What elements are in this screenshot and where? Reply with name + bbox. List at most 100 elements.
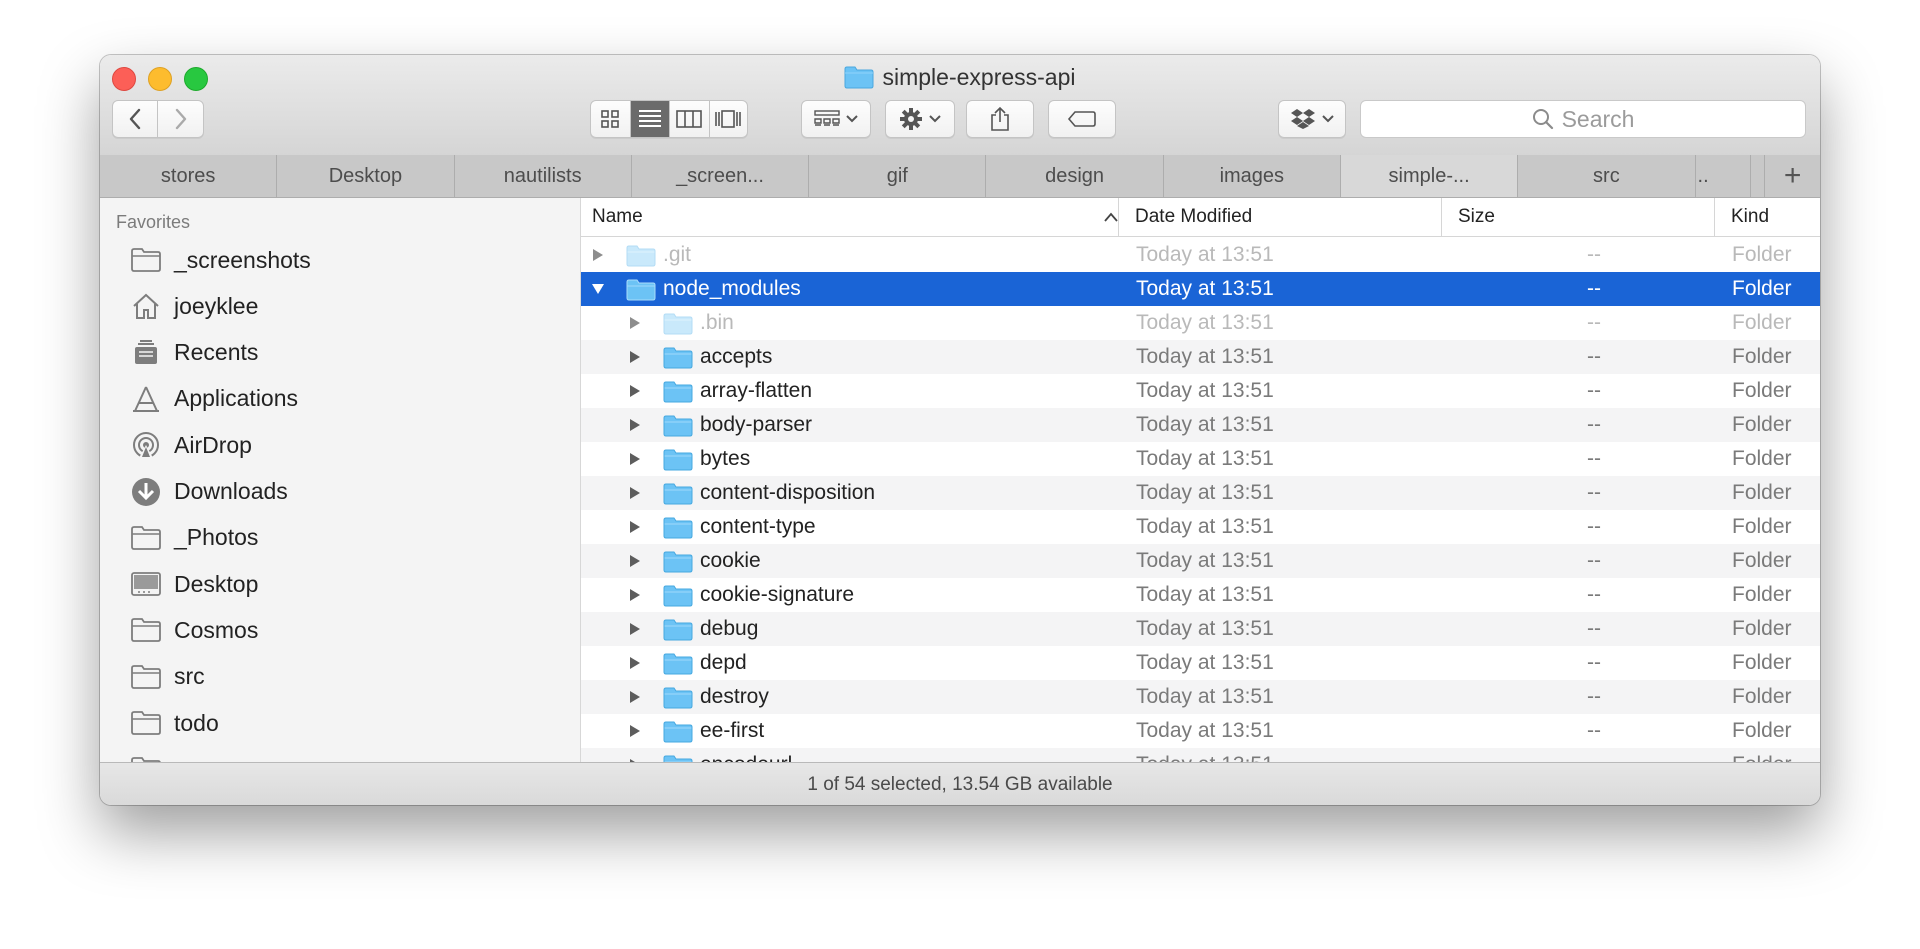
disclosure-triangle-collapsed[interactable] <box>628 340 642 374</box>
disclosure-triangle-collapsed[interactable] <box>628 714 642 748</box>
forward-button[interactable] <box>158 101 203 137</box>
disclosure-triangle-collapsed[interactable] <box>628 612 642 646</box>
file-row[interactable]: depd Today at 13:51 -- Folder <box>581 646 1820 680</box>
file-row[interactable]: cookie Today at 13:51 -- Folder <box>581 544 1820 578</box>
arrange-button[interactable] <box>801 100 871 138</box>
sort-ascending-icon <box>1104 212 1118 222</box>
tab-stores[interactable]: stores <box>100 155 278 197</box>
disclosure-triangle-collapsed[interactable] <box>628 374 642 408</box>
sidebar-item-src[interactable]: src <box>130 657 205 697</box>
sidebar-item-joeyklee[interactable]: joeyklee <box>130 286 258 326</box>
action-button[interactable] <box>885 100 955 138</box>
column-header-date[interactable]: Date Modified <box>1118 198 1441 236</box>
list-view-button[interactable] <box>630 101 670 137</box>
file-date-modified: Today at 13:51 <box>1136 481 1274 504</box>
column-view-button[interactable] <box>670 101 710 137</box>
file-row[interactable]: array-flatten Today at 13:51 -- Folder <box>581 374 1820 408</box>
gear-icon <box>900 108 922 130</box>
tab-images[interactable]: images <box>1164 155 1341 197</box>
disclosure-triangle-collapsed[interactable] <box>628 544 642 578</box>
file-row[interactable]: encodeurl Today at 13:51 -- Folder <box>581 748 1820 762</box>
folder-icon <box>130 707 162 739</box>
file-row[interactable]: node_modules Today at 13:51 -- Folder <box>581 272 1820 306</box>
file-date-modified: Today at 13:51 <box>1136 243 1274 266</box>
tab-label: src <box>1593 164 1620 187</box>
sidebar-item-label: src <box>174 663 205 690</box>
disclosure-triangle-collapsed[interactable] <box>628 442 642 476</box>
disclosure-triangle-collapsed[interactable] <box>628 306 642 340</box>
sidebar-item-desktop[interactable]: Desktop <box>130 564 258 604</box>
icon-view-button[interactable] <box>591 101 631 137</box>
folder-icon <box>130 522 162 554</box>
sidebar-item-cosmos[interactable]: Cosmos <box>130 610 258 650</box>
chevron-right-icon <box>175 108 186 130</box>
sidebar-item-label: _screenshots <box>174 246 311 273</box>
tags-button[interactable] <box>1048 100 1116 138</box>
sidebar-heading: Favorites <box>116 212 191 232</box>
sidebar-item-downloads[interactable]: Downloads <box>130 472 288 512</box>
tab-nautilists[interactable]: nautilists <box>455 155 632 197</box>
sidebar-item-screenshots[interactable]: _screenshots <box>130 240 311 280</box>
column-size-label: Size <box>1458 206 1495 227</box>
sidebar-item-airdrop[interactable]: AirDrop <box>130 425 252 465</box>
folder-icon <box>663 408 693 442</box>
tab-screenshots[interactable]: _screen... <box>632 155 810 197</box>
column-header-name[interactable]: Name <box>592 198 1132 236</box>
tab-gif[interactable]: gif <box>809 155 987 197</box>
sidebar-item-recents[interactable]: Recents <box>130 333 258 373</box>
disclosure-triangle-collapsed[interactable] <box>628 680 642 714</box>
tab-desktop[interactable]: Desktop <box>277 155 455 197</box>
folder-icon <box>663 680 693 714</box>
disclosure-triangle-expanded[interactable] <box>591 272 605 306</box>
sidebar-item-label: joeyklee <box>174 292 259 319</box>
file-size: -- <box>1561 748 1601 762</box>
file-size: -- <box>1587 651 1601 674</box>
gallery-view-button[interactable] <box>710 101 748 137</box>
column-header-size[interactable]: Size <box>1441 198 1614 236</box>
disclosure-triangle-collapsed[interactable] <box>628 646 642 680</box>
file-row[interactable]: ee-first Today at 13:51 -- Folder <box>581 714 1820 748</box>
file-name: ee-first <box>700 719 765 742</box>
file-row[interactable]: bytes Today at 13:51 -- Folder <box>581 442 1820 476</box>
file-row[interactable]: content-disposition Today at 13:51 -- Folde… <box>581 476 1820 510</box>
file-row[interactable]: debug Today at 13:51 -- Folder <box>581 612 1820 646</box>
file-row[interactable]: accepts Today at 13:51 -- Folder <box>581 340 1820 374</box>
sidebar-item-todo[interactable]: todo <box>130 703 219 743</box>
share-button[interactable] <box>966 100 1034 138</box>
folder-icon <box>663 748 693 762</box>
sidebar-item-photos[interactable]: _Photos <box>130 518 258 558</box>
columns-icon <box>676 110 703 128</box>
tab-design[interactable]: design <box>986 155 1164 197</box>
disclosure-triangle-collapsed[interactable] <box>628 510 642 544</box>
tab-overflow[interactable]: .. <box>1696 155 1752 197</box>
search-field[interactable]: Search <box>1360 100 1806 138</box>
window-title: simple-express-api <box>100 63 1820 91</box>
sidebar-item-partial[interactable] <box>130 749 162 762</box>
file-name: bytes <box>700 447 751 470</box>
file-row[interactable]: .git Today at 13:51 -- Folder <box>581 238 1820 272</box>
tab-label: design <box>1045 164 1105 187</box>
disclosure-triangle-collapsed[interactable] <box>628 408 642 442</box>
file-name: array-flatten <box>700 379 813 402</box>
grid-icon <box>601 110 620 128</box>
file-row[interactable]: body-parser Today at 13:51 -- Folder <box>581 408 1820 442</box>
file-kind: Folder <box>1732 748 1792 762</box>
sidebar-item-applications[interactable]: Applications <box>130 379 298 419</box>
file-row[interactable]: cookie-signature Today at 13:51 -- Folder <box>581 578 1820 612</box>
tab-simple-express-api[interactable]: simple-... <box>1340 155 1519 197</box>
file-row[interactable]: content-type Today at 13:51 -- Folder <box>581 510 1820 544</box>
tab-src[interactable]: src <box>1518 155 1696 197</box>
disclosure-triangle-collapsed[interactable] <box>628 476 642 510</box>
file-row[interactable]: destroy Today at 13:51 -- Folder <box>581 680 1820 714</box>
home-icon <box>130 290 162 322</box>
disclosure-triangle-collapsed[interactable] <box>628 748 642 762</box>
file-row[interactable]: .bin Today at 13:51 -- Folder <box>581 306 1820 340</box>
dropbox-button[interactable] <box>1278 100 1346 138</box>
file-date-modified: Today at 13:51 <box>1136 413 1274 436</box>
column-header-kind[interactable]: Kind <box>1714 198 1820 236</box>
navigation-buttons <box>112 100 204 138</box>
disclosure-triangle-collapsed[interactable] <box>628 578 642 612</box>
back-button[interactable] <box>113 101 159 137</box>
new-tab-button[interactable]: + <box>1765 155 1820 197</box>
disclosure-triangle-collapsed[interactable] <box>591 238 605 272</box>
